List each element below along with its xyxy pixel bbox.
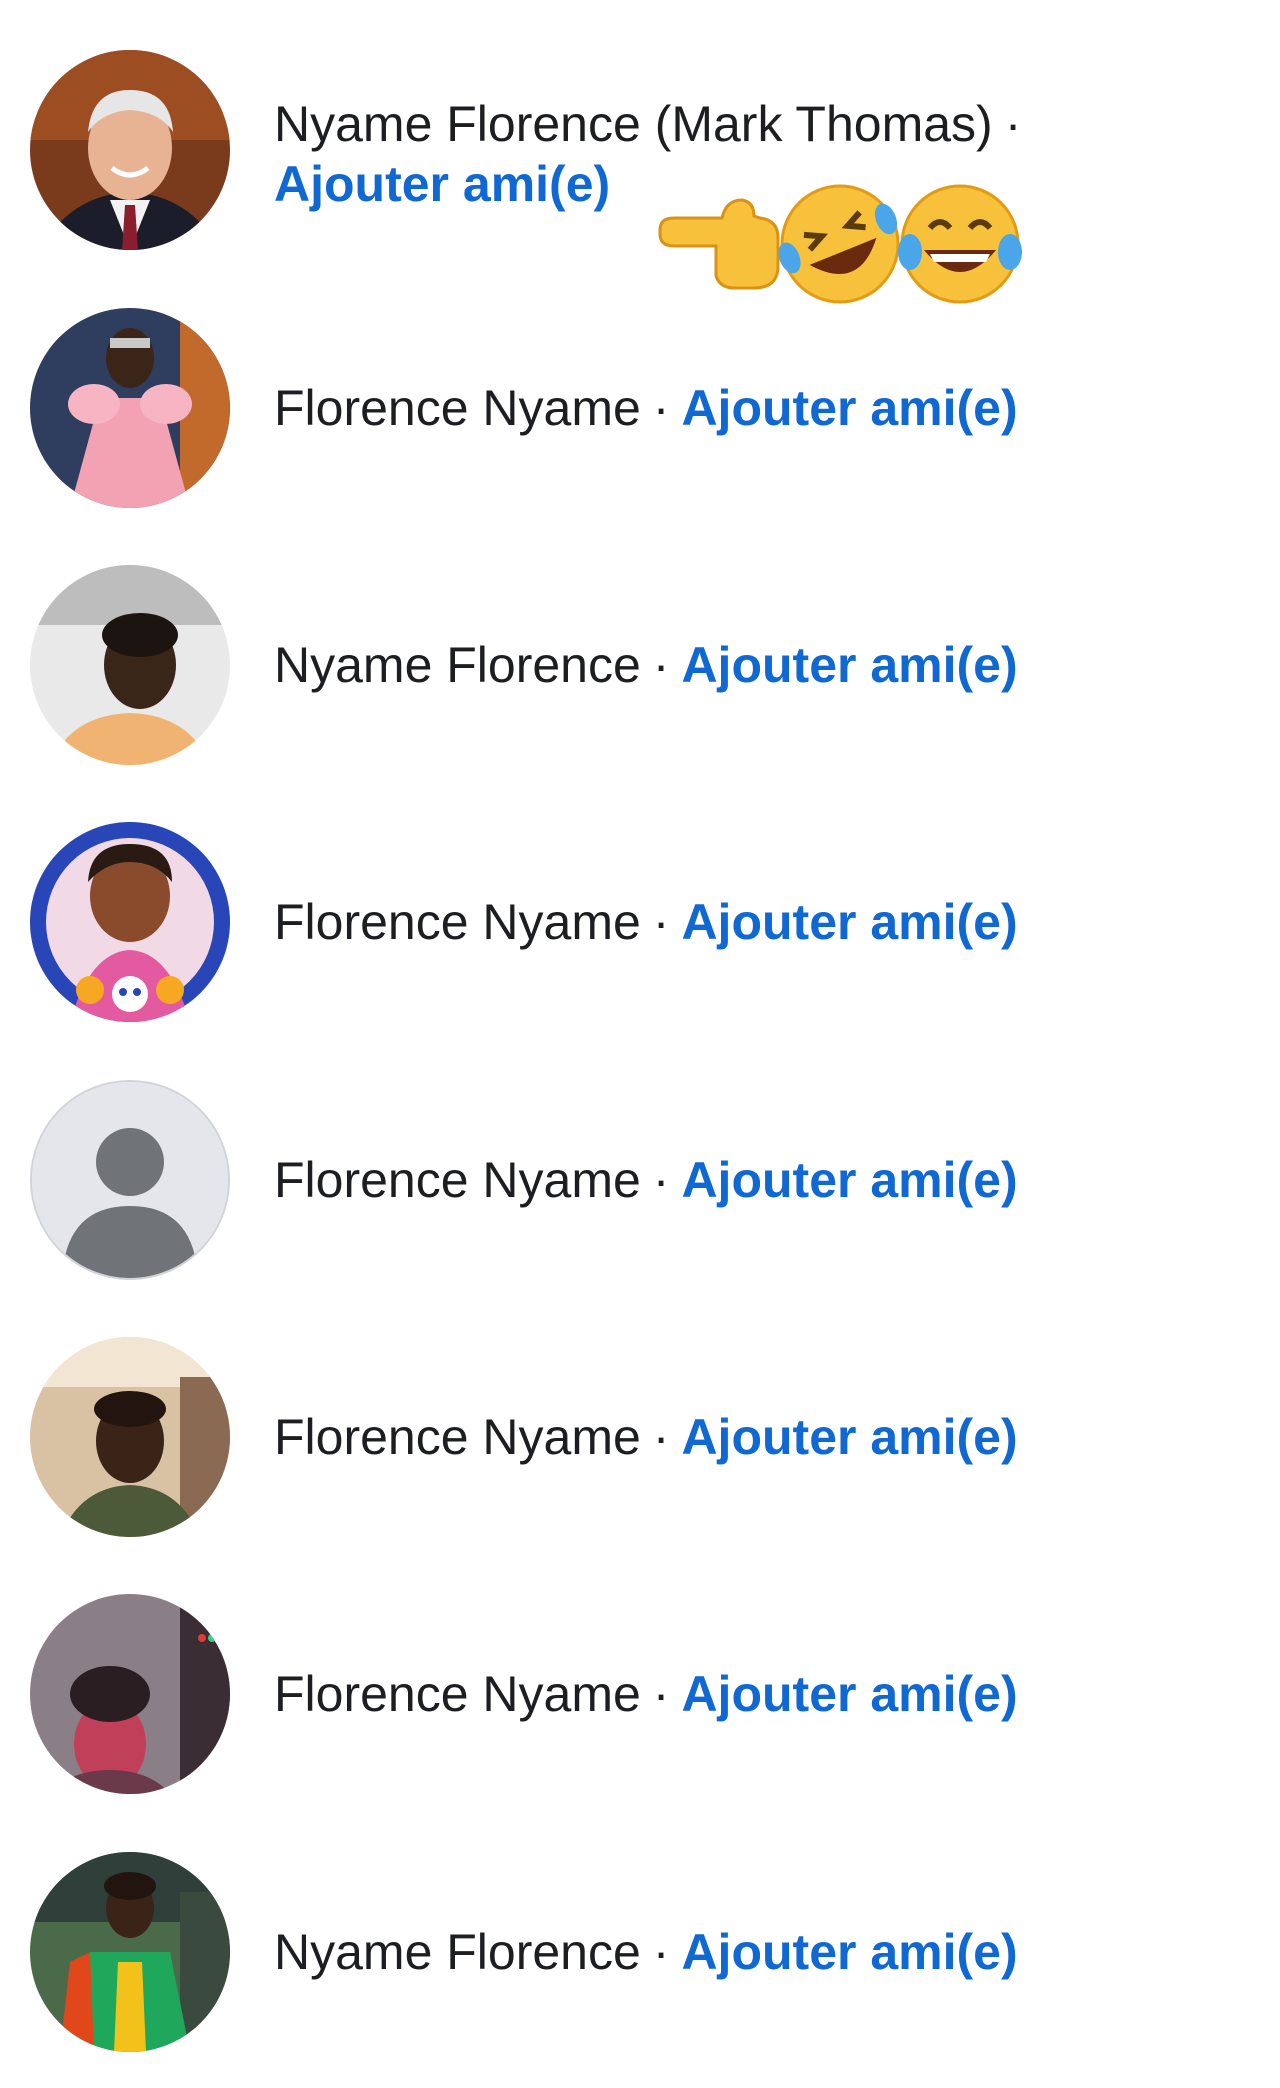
result-name-line: Nyame Florence (Mark Thomas) · — [274, 94, 1033, 154]
pointing-left-emoji-icon — [658, 198, 780, 290]
emoji-reaction-strip — [650, 180, 1030, 310]
avatar-photo-indoor-selfie — [30, 1337, 230, 1537]
result-name[interactable]: Florence Nyame — [274, 1152, 641, 1208]
separator-dot: · — [652, 637, 670, 693]
add-friend-link[interactable]: Ajouter ami(e) — [681, 380, 1017, 436]
avatar-photo-orange-top — [30, 565, 230, 765]
separator-dot: · — [652, 1409, 670, 1465]
result-name[interactable]: Florence Nyame — [274, 1409, 641, 1465]
avatar-photo-man-suit — [30, 50, 230, 250]
add-friend-link[interactable]: Ajouter ami(e) — [681, 1152, 1017, 1208]
result-row-1[interactable]: Nyame Florence (Mark Thomas) · Ajouter am… — [0, 50, 1280, 304]
add-friend-link[interactable]: Ajouter ami(e) — [681, 1666, 1017, 1722]
rolling-laughing-emoji-icon — [778, 184, 900, 304]
result-name[interactable]: Nyame Florence (Mark Thomas) — [274, 96, 993, 152]
add-friend-link[interactable]: Ajouter ami(e) — [681, 894, 1017, 950]
result-name-line: Florence Nyame · Ajouter ami(e) — [274, 1664, 1018, 1724]
result-row-6[interactable]: Florence Nyame · Ajouter ami(e) — [0, 1337, 1280, 1547]
result-name[interactable]: Florence Nyame — [274, 1666, 641, 1722]
avatar-photo-head-wrap — [30, 1594, 230, 1794]
result-row-7[interactable]: Florence Nyame · Ajouter ami(e) — [0, 1594, 1280, 1804]
separator-dot: · — [652, 1666, 670, 1722]
search-results-list: Nyame Florence (Mark Thomas) · Ajouter am… — [0, 0, 1280, 2088]
separator-dot: · — [652, 1924, 670, 1980]
result-row-5[interactable]: Florence Nyame · Ajouter ami(e) — [0, 1080, 1280, 1290]
add-friend-link[interactable]: Ajouter ami(e) — [274, 154, 610, 214]
result-name-line: Nyame Florence · Ajouter ami(e) — [274, 1922, 1018, 1982]
result-name[interactable]: Florence Nyame — [274, 894, 641, 950]
avatar[interactable] — [30, 1337, 230, 1537]
separator-dot: · — [652, 894, 670, 950]
avatar[interactable] — [30, 822, 230, 1022]
avatar-photo-pink-dress — [30, 308, 230, 508]
add-friend-link[interactable]: Ajouter ami(e) — [681, 637, 1017, 693]
avatar[interactable] — [30, 50, 230, 250]
result-row-2[interactable]: Florence Nyame · Ajouter ami(e) — [0, 308, 1280, 518]
result-row-4[interactable]: Florence Nyame · Ajouter ami(e) — [0, 822, 1280, 1032]
avatar[interactable] — [30, 1594, 230, 1794]
result-row-3[interactable]: Nyame Florence · Ajouter ami(e) — [0, 565, 1280, 775]
default-profile-silhouette-icon — [32, 1082, 228, 1278]
result-name-line: Florence Nyame · Ajouter ami(e) — [274, 892, 1018, 952]
result-name[interactable]: Florence Nyame — [274, 380, 641, 436]
result-name-line: Florence Nyame · Ajouter ami(e) — [274, 1150, 1018, 1210]
result-row-8[interactable]: Nyame Florence · Ajouter ami(e) — [0, 1852, 1280, 2062]
add-friend-link[interactable]: Ajouter ami(e) — [681, 1924, 1017, 1980]
result-name-line: Florence Nyame · Ajouter ami(e) — [274, 1407, 1018, 1467]
avatar[interactable] — [30, 308, 230, 508]
result-name-line: Nyame Florence · Ajouter ami(e) — [274, 635, 1018, 695]
avatar[interactable] — [30, 565, 230, 765]
add-friend-link[interactable]: Ajouter ami(e) — [681, 1409, 1017, 1465]
separator-dot: · — [1004, 96, 1022, 152]
result-name[interactable]: Nyame Florence — [274, 637, 641, 693]
result-name-line: Florence Nyame · Ajouter ami(e) — [274, 378, 1018, 438]
avatar-photo-framed-blue — [30, 822, 230, 1022]
separator-dot: · — [652, 1152, 670, 1208]
avatar[interactable] — [30, 1080, 230, 1280]
avatar-photo-green-jacket — [30, 1852, 230, 2052]
avatar[interactable] — [30, 1852, 230, 2052]
separator-dot: · — [652, 380, 670, 436]
result-name[interactable]: Nyame Florence — [274, 1924, 641, 1980]
tears-of-joy-emoji-icon — [898, 184, 1022, 304]
